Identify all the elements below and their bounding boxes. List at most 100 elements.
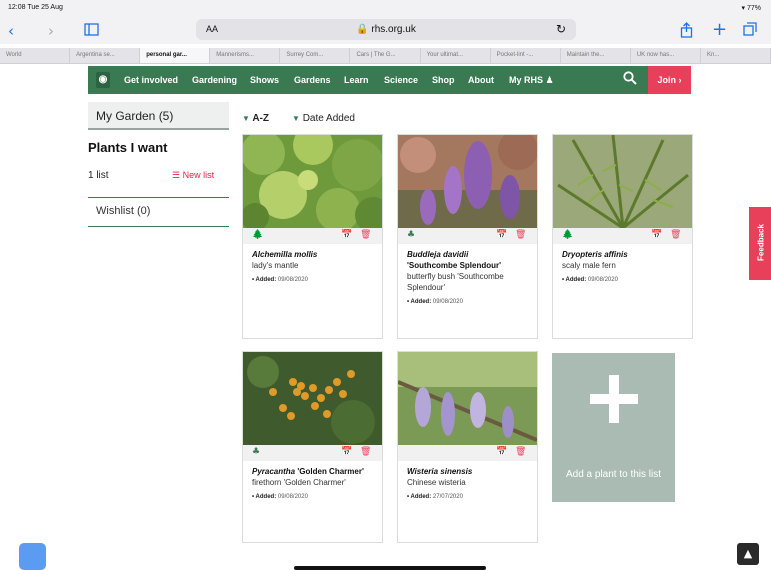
plant-card-alchemilla[interactable]: 🌲 📅 🗑 Alchemilla mollis lady's mantle • … xyxy=(241,125,391,339)
plant-common-name: Chinese wisteria xyxy=(407,478,466,487)
plant-added-date: • Added: 09/08/2020 xyxy=(562,275,687,286)
calendar-icon[interactable]: 📅 xyxy=(496,230,507,240)
plant-latin-name[interactable]: Alchemilla mollis xyxy=(252,249,377,260)
delete-icon[interactable]: 🗑 xyxy=(515,447,526,457)
nav-gardening[interactable]: Gardening xyxy=(192,75,237,85)
nav-science[interactable]: Science xyxy=(384,75,418,85)
plant-latin-genus: Buddleja davidii xyxy=(407,250,469,259)
added-value: 09/08/2020 xyxy=(277,494,308,500)
plant-photo[interactable] xyxy=(397,352,538,445)
clock: 12:08 Tue 25 Aug xyxy=(8,4,63,11)
my-garden-link[interactable]: My Garden (5) xyxy=(88,102,229,130)
address-bar[interactable]: AA 🔒 rhs.org.uk ↻ xyxy=(196,19,576,40)
plant-photo[interactable] xyxy=(398,130,538,228)
plant-latin-name[interactable]: Dryopteris affinis xyxy=(562,249,687,260)
plant-photo xyxy=(241,125,391,233)
delete-icon[interactable]: 🗑 xyxy=(515,230,526,240)
search-icon[interactable] xyxy=(623,71,637,89)
new-tab-icon[interactable]: + xyxy=(712,19,727,40)
new-list-button[interactable]: ☰ New list xyxy=(172,170,214,181)
sort-date-added[interactable]: ▼ Date Added xyxy=(292,113,355,124)
delete-icon[interactable]: 🗑 xyxy=(670,230,681,240)
reload-icon[interactable]: ↻ xyxy=(556,22,566,36)
plant-common-name: butterfly bush 'Southcombe Splendour' xyxy=(407,272,504,292)
browser-tab[interactable]: Kn... xyxy=(701,48,771,63)
plant-latin-name[interactable]: Pyracantha 'Golden Charmer' xyxy=(252,466,377,477)
browser-tab[interactable]: personal gar... xyxy=(140,48,211,63)
plant-photo xyxy=(398,130,538,228)
shrub-icon: ♣ xyxy=(407,230,416,240)
plant-common-name: lady's mantle xyxy=(252,261,299,270)
card-actions: 🌲 📅 🗑 xyxy=(243,228,382,244)
browser-tab[interactable]: Argentina se... xyxy=(70,48,141,63)
browser-tab[interactable]: Mannerisms... xyxy=(210,48,281,63)
browser-tab[interactable]: UK now has... xyxy=(631,48,701,63)
browser-tab[interactable]: World xyxy=(0,48,71,63)
plant-photo[interactable] xyxy=(241,125,391,233)
add-plant-card[interactable]: Add a plant to this list xyxy=(552,353,675,502)
tabs-overview-icon[interactable] xyxy=(743,22,757,40)
share-icon[interactable] xyxy=(680,22,693,42)
nav-gardens[interactable]: Gardens xyxy=(294,75,331,85)
sort-az[interactable]: ▼ A-Z xyxy=(242,113,269,124)
nav-get-involved[interactable]: Get involved xyxy=(124,75,178,85)
plant-card-pyracantha[interactable]: ♣ 📅 🗑 Pyracantha 'Golden Charmer' fireth… xyxy=(242,351,383,543)
nav-shop[interactable]: Shop xyxy=(432,75,455,85)
back-icon[interactable]: ‹ xyxy=(8,22,14,40)
calendar-icon[interactable]: 📅 xyxy=(341,230,352,240)
floating-app-button[interactable] xyxy=(19,543,46,570)
browser-tabs: World Argentina se... personal gar... Manne… xyxy=(0,48,771,64)
plant-latin-name[interactable]: Wisteria sinensis xyxy=(407,466,532,477)
browser-toolbar: ‹ › AA 🔒 rhs.org.uk ↻ + xyxy=(0,16,771,44)
plant-latin-name[interactable]: Buddleja davidii 'Southcombe Splendour' xyxy=(407,249,532,271)
nav-about[interactable]: About xyxy=(468,75,494,85)
join-button[interactable]: Join › xyxy=(648,66,691,94)
browser-tab[interactable]: Pocket-lint -... xyxy=(491,48,561,63)
feedback-tab[interactable]: Feedback xyxy=(749,207,771,280)
browser-tab[interactable]: Your ultimat... xyxy=(421,48,491,63)
plant-photo[interactable] xyxy=(243,352,382,445)
calendar-icon[interactable]: 📅 xyxy=(496,447,507,457)
plant-card-dryopteris[interactable]: 🌲 📅 🗑 Dryopteris affinis scaly male fern… xyxy=(552,134,693,339)
added-value: 09/08/2020 xyxy=(587,277,618,283)
shrub-icon: ♣ xyxy=(252,447,261,457)
nav-learn[interactable]: Learn xyxy=(344,75,369,85)
rhs-logo[interactable]: ◉ xyxy=(96,72,110,88)
nav-shows[interactable]: Shows xyxy=(250,75,279,85)
added-value: 09/08/2020 xyxy=(277,277,308,283)
card-actions: 📅 🗑 xyxy=(398,445,537,461)
scroll-to-top-button[interactable]: ▲ xyxy=(737,543,759,565)
search-icon xyxy=(623,71,637,85)
browser-tab[interactable]: Cars | The G... xyxy=(350,48,421,63)
delete-icon[interactable]: 🗑 xyxy=(360,447,371,457)
status-bar: 12:08 Tue 25 Aug ▾ 77% xyxy=(0,0,771,16)
calendar-icon[interactable]: 📅 xyxy=(651,230,662,240)
plant-latin-genus: Pyracantha xyxy=(252,467,296,476)
plant-card-wisteria[interactable]: 📅 🗑 Wisteria sinensis Chinese wisteria •… xyxy=(397,351,538,543)
sidebar-icon[interactable] xyxy=(84,22,99,40)
added-label: • Added: xyxy=(252,277,277,283)
plant-common-name: firethorn 'Golden Charmer' xyxy=(252,478,346,487)
plant-info: Dryopteris affinis scaly male fern • Add… xyxy=(562,249,687,286)
plant-card-buddleja[interactable]: ♣ 📅 🗑 Buddleja davidii 'Southcombe Splend… xyxy=(397,130,538,339)
calendar-icon[interactable]: 📅 xyxy=(341,447,352,457)
user-icon: ♟ xyxy=(545,76,554,86)
plant-photo[interactable] xyxy=(553,134,692,230)
plants-i-want-heading: Plants I want xyxy=(88,140,168,155)
sidebar-icon xyxy=(84,23,99,36)
plant-photo xyxy=(397,352,538,445)
added-label: • Added: xyxy=(562,277,587,283)
plant-info: Buddleja davidii 'Southcombe Splendour' b… xyxy=(407,249,532,308)
rhs-nav-bar: ◉ Get involved Gardening Shows Gardens L… xyxy=(88,66,691,94)
tree-icon: 🌲 xyxy=(562,230,574,240)
delete-icon[interactable]: 🗑 xyxy=(360,230,371,240)
plant-common-name: scaly male fern xyxy=(562,261,616,270)
browser-tab[interactable]: Surrey Com... xyxy=(280,48,351,63)
nav-my-rhs[interactable]: My RHS ♟ xyxy=(509,75,554,86)
plant-added-date: • Added: 09/08/2020 xyxy=(252,492,377,503)
triangle-down-icon: ▼ xyxy=(242,114,250,123)
forward-icon[interactable]: › xyxy=(48,22,54,40)
browser-tab[interactable]: Maintain the... xyxy=(561,48,631,63)
plant-cultivar: 'Golden Charmer' xyxy=(297,467,364,476)
wishlist-link[interactable]: Wishlist (0) xyxy=(96,205,150,217)
